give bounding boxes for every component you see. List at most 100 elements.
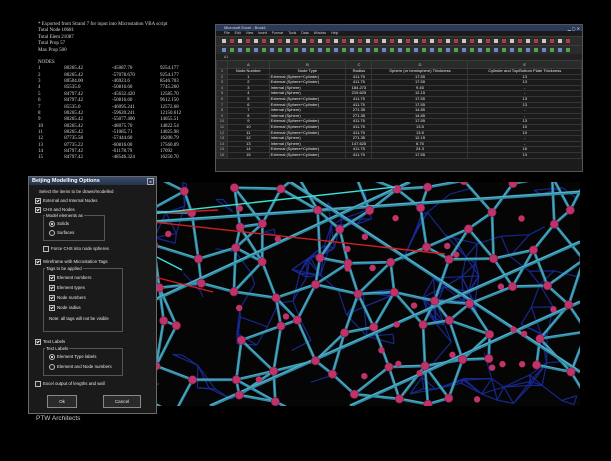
window-controls[interactable]: ▁ ▢ ✕ — [568, 26, 580, 32]
toolbar-button-icon[interactable] — [318, 39, 322, 43]
toolbar-button-icon[interactable] — [398, 39, 402, 43]
row-number[interactable]: 16 — [216, 151, 228, 159]
checkbox-icon[interactable] — [35, 381, 41, 387]
checkbox-icon[interactable] — [49, 285, 55, 291]
toolbar-button-icon[interactable] — [382, 48, 386, 52]
toolbar-button-icon[interactable] — [310, 39, 314, 43]
element-types-checkbox[interactable]: Element types — [49, 285, 85, 291]
data-cell[interactable]: External (Sphere+Cylinder) — [268, 151, 347, 159]
toolbar-button-icon[interactable] — [446, 39, 450, 43]
toolbar-button-icon[interactable] — [478, 39, 482, 43]
toolbar-button-icon[interactable] — [310, 48, 314, 52]
toolbar-button-icon[interactable] — [542, 48, 546, 52]
element-node-numbers-radio[interactable]: Element and Node numbers — [49, 364, 112, 370]
toolbar-button-icon[interactable] — [406, 39, 410, 43]
toolbar-button-icon[interactable] — [326, 39, 330, 43]
toolbar-button-icon[interactable] — [390, 48, 394, 52]
column-header[interactable]: D — [371, 60, 469, 69]
toolbar-button-icon[interactable] — [358, 39, 362, 43]
toolbar-button-icon[interactable] — [542, 39, 546, 43]
toolbar-button-icon[interactable] — [406, 48, 410, 52]
toolbar-button-icon[interactable] — [566, 48, 570, 52]
toolbar-button-icon[interactable] — [374, 48, 378, 52]
toolbar-button-icon[interactable] — [422, 48, 426, 52]
toolbar-button-icon[interactable] — [494, 48, 498, 52]
toolbar-button-icon[interactable] — [374, 39, 378, 43]
toolbar-button-icon[interactable] — [222, 48, 226, 52]
data-cell[interactable]: 17.55 — [371, 151, 469, 159]
menu-item-format[interactable]: Format — [272, 31, 283, 35]
close-icon[interactable]: × — [147, 178, 154, 185]
checkbox-icon[interactable] — [35, 339, 41, 345]
toolbar-button-icon[interactable] — [278, 39, 282, 43]
toolbar-button-icon[interactable] — [518, 39, 522, 43]
excel-title-bar[interactable]: Microsoft Excel - Book1 ▁ ▢ ✕ — [216, 25, 582, 31]
toolbar-button-icon[interactable] — [334, 39, 338, 43]
column-header[interactable]: E — [467, 60, 582, 69]
force-chs-checkbox[interactable]: Force CHS into node spheres — [43, 246, 109, 252]
toolbar-button-icon[interactable] — [518, 48, 522, 52]
toolbar-button-icon[interactable] — [262, 48, 266, 52]
spreadsheet-grid[interactable]: ABCDE 1 Node Number Node Type Radius Sphere … — [216, 60, 582, 159]
toolbar-button-icon[interactable] — [446, 48, 450, 52]
data-cell[interactable]: 15 — [227, 151, 270, 159]
toolbar-button-icon[interactable] — [454, 39, 458, 43]
toolbar-button-icon[interactable] — [286, 39, 290, 43]
cancel-button[interactable]: Cancel — [103, 395, 141, 408]
toolbar-button-icon[interactable] — [254, 48, 258, 52]
toolbar-button-icon[interactable] — [342, 39, 346, 43]
toolbar-button-icon[interactable] — [438, 39, 442, 43]
toolbar-button-icon[interactable] — [270, 48, 274, 52]
toolbar-button-icon[interactable] — [246, 39, 250, 43]
surfaces-radio[interactable]: Surfaces — [49, 230, 74, 236]
toolbar-button-icon[interactable] — [526, 39, 530, 43]
toolbar-button-icon[interactable] — [438, 48, 442, 52]
ext-int-nodes-checkbox[interactable]: External and Internal Nodes — [35, 198, 97, 204]
toolbar-button-icon[interactable] — [342, 48, 346, 52]
toolbar-button-icon[interactable] — [486, 39, 490, 43]
toolbar-button-icon[interactable] — [534, 48, 538, 52]
toolbar-button-icon[interactable] — [294, 48, 298, 52]
node-radius-checkbox[interactable]: Node radius — [49, 305, 81, 311]
menu-item-edit[interactable]: Edit — [235, 31, 241, 35]
toolbar-button-icon[interactable] — [534, 39, 538, 43]
toolbar-button-icon[interactable] — [270, 39, 274, 43]
radio-icon[interactable] — [49, 221, 55, 227]
wireframe-checkbox[interactable]: Wireframe with Microstation Tags — [35, 259, 108, 265]
node-numbers-checkbox[interactable]: Node numbers — [49, 295, 86, 301]
toolbar-button-icon[interactable] — [238, 48, 242, 52]
menu-item-tools[interactable]: Tools — [288, 31, 296, 35]
toolbar-button-icon[interactable] — [358, 48, 362, 52]
toolbar-button-icon[interactable] — [390, 39, 394, 43]
toolbar-button-icon[interactable] — [302, 48, 306, 52]
checkbox-icon[interactable] — [43, 246, 49, 252]
dialog-title-bar[interactable]: Beijing Modelling Options × — [29, 177, 156, 185]
toolbar-button-icon[interactable] — [302, 39, 306, 43]
toolbar-button-icon[interactable] — [486, 48, 490, 52]
checkbox-icon[interactable] — [49, 295, 55, 301]
radio-icon[interactable] — [49, 230, 55, 236]
excel-output-checkbox[interactable]: Excel output of lengths and wall — [35, 381, 105, 387]
toolbar-button-icon[interactable] — [422, 39, 426, 43]
toolbar-button-icon[interactable] — [462, 48, 466, 52]
checkbox-icon[interactable] — [35, 207, 41, 213]
toolbar-button-icon[interactable] — [278, 48, 282, 52]
corner-cell[interactable] — [216, 60, 228, 69]
toolbar-button-icon[interactable] — [238, 39, 242, 43]
data-cell[interactable]: 13 — [467, 151, 582, 159]
toolbar-button-icon[interactable] — [318, 48, 322, 52]
toolbar-button-icon[interactable] — [294, 39, 298, 43]
menu-item-help[interactable]: Help — [331, 31, 338, 35]
toolbar-button-icon[interactable] — [510, 48, 514, 52]
toolbar-button-icon[interactable] — [398, 48, 402, 52]
toolbar-button-icon[interactable] — [414, 39, 418, 43]
element-numbers-checkbox[interactable]: Element numbers — [49, 275, 91, 281]
element-type-labels-radio[interactable]: Element Type labels — [49, 354, 96, 360]
toolbar-button-icon[interactable] — [230, 39, 234, 43]
checkbox-icon[interactable] — [35, 259, 41, 265]
radio-icon[interactable] — [49, 364, 55, 370]
toolbar-button-icon[interactable] — [550, 48, 554, 52]
toolbar-button-icon[interactable] — [230, 48, 234, 52]
checkbox-icon[interactable] — [49, 305, 55, 311]
toolbar-button-icon[interactable] — [558, 48, 562, 52]
